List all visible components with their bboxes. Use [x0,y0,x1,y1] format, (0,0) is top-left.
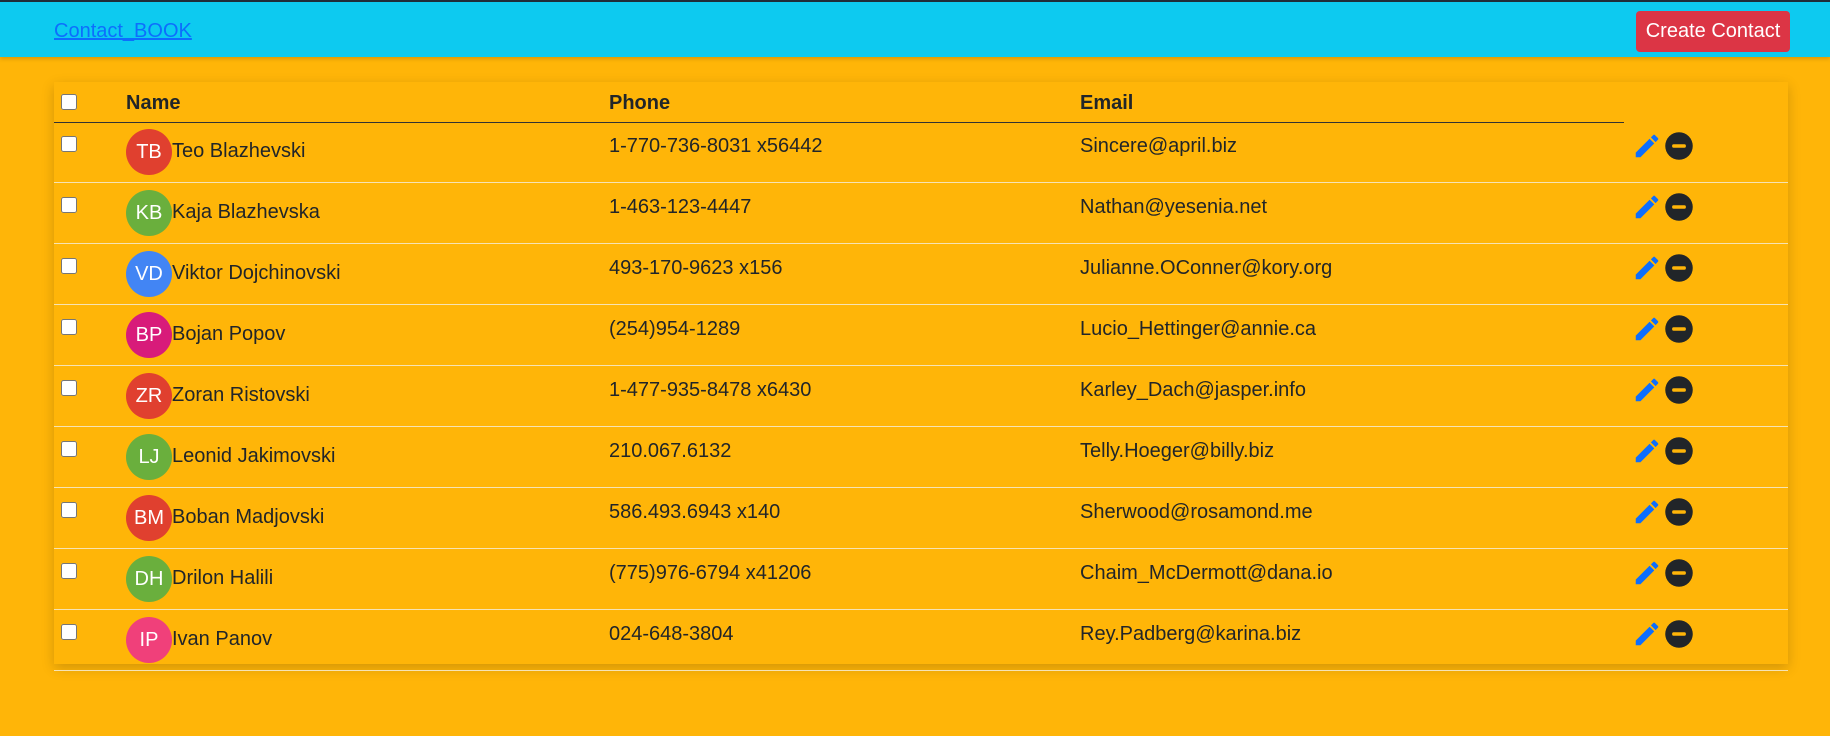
avatar: VD [126,251,172,297]
contact-phone: 1-463-123-4447 [609,196,752,218]
table-row: DH Drilon Halili (775)976-6794 x41206 Ch… [54,549,1788,610]
brand-link[interactable]: Contact_BOOK [54,20,192,43]
navbar: Contact_BOOK Create Contact [0,0,1830,57]
avatar: ZR [126,373,172,419]
pencil-icon[interactable] [1632,253,1662,283]
contact-phone: 493-170-9623 x156 [609,257,783,279]
row-checkbox[interactable] [61,441,77,457]
contact-phone: 024-648-3804 [609,623,734,645]
avatar: BM [126,495,172,541]
avatar: IP [126,617,172,663]
contact-name: Viktor Dojchinovski [172,262,341,284]
table-row: KB Kaja Blazhevska 1-463-123-4447 Nathan… [54,183,1788,244]
row-checkbox[interactable] [61,563,77,579]
contact-name: Kaja Blazhevska [172,201,320,223]
contact-name: Bojan Popov [172,323,286,345]
pencil-icon[interactable] [1632,375,1662,405]
avatar-initials: BP [135,323,163,346]
table-row: TB Teo Blazhevski 1-770-736-8031 x56442 … [54,122,1788,183]
avatar: KB [126,190,172,236]
row-checkbox[interactable] [61,502,77,518]
avatar: DH [126,556,172,602]
minus-circle-icon[interactable] [1664,192,1694,222]
avatar-initials: TB [136,140,162,163]
contact-name: Zoran Ristovski [172,384,310,406]
avatar-initials: LJ [138,445,160,468]
contact-email: Lucio_Hettinger@annie.ca [1080,318,1317,340]
pencil-icon[interactable] [1632,558,1662,588]
column-header-name: Name [126,92,181,114]
contact-email: Sincere@april.biz [1080,135,1238,157]
contact-email: Karley_Dach@jasper.info [1080,379,1306,401]
contact-phone: 1-770-736-8031 x56442 [609,135,823,157]
contact-name: Boban Madjovski [172,506,325,528]
table-row: LJ Leonid Jakimovski 210.067.6132 Telly.… [54,427,1788,488]
avatar: LJ [126,434,172,480]
pencil-icon[interactable] [1632,497,1662,527]
contact-name: Ivan Panov [172,628,273,650]
row-checkbox[interactable] [61,380,77,396]
contact-phone: (775)976-6794 x41206 [609,562,812,584]
column-header-phone: Phone [609,92,671,114]
minus-circle-icon[interactable] [1664,375,1694,405]
minus-circle-icon[interactable] [1664,436,1694,466]
contacts-table: Name Phone Email TB Teo Blazhevski 1-770… [54,82,1788,671]
contact-email: Nathan@yesenia.net [1080,196,1268,218]
minus-circle-icon[interactable] [1664,497,1694,527]
table-row: ZR Zoran Ristovski 1-477-935-8478 x6430 … [54,366,1788,427]
contact-name: Drilon Halili [172,567,274,589]
minus-circle-icon[interactable] [1664,253,1694,283]
pencil-icon[interactable] [1632,131,1662,161]
create-contact-button[interactable]: Create Contact [1636,11,1790,52]
contact-email: Julianne.OConner@kory.org [1080,257,1333,279]
avatar-initials: KB [135,201,163,224]
avatar: BP [126,312,172,358]
contact-phone: 586.493.6943 x140 [609,501,781,523]
contact-phone: (254)954-1289 [609,318,741,340]
avatar-initials: DH [134,567,164,590]
pencil-icon[interactable] [1632,192,1662,222]
table-row: VD Viktor Dojchinovski 493-170-9623 x156… [54,244,1788,305]
contact-email: Rey.Padberg@karina.biz [1080,623,1302,645]
minus-circle-icon[interactable] [1664,619,1694,649]
avatar-initials: ZR [135,384,163,407]
contact-name: Teo Blazhevski [172,140,306,162]
minus-circle-icon[interactable] [1664,131,1694,161]
row-checkbox[interactable] [61,624,77,640]
avatar: TB [126,129,172,175]
pencil-icon[interactable] [1632,436,1662,466]
pencil-icon[interactable] [1632,619,1662,649]
contact-email: Sherwood@rosamond.me [1080,501,1313,523]
table-header: Name Phone Email [54,82,1624,123]
contact-email: Telly.Hoeger@billy.biz [1080,440,1275,462]
contact-phone: 210.067.6132 [609,440,732,462]
avatar-initials: BM [134,506,164,529]
contact-email: Chaim_McDermott@dana.io [1080,562,1333,584]
row-checkbox[interactable] [61,136,77,152]
table-row: IP Ivan Panov 024-648-3804 Rey.Padberg@k… [54,610,1788,671]
minus-circle-icon[interactable] [1664,558,1694,588]
row-checkbox[interactable] [61,258,77,274]
minus-circle-icon[interactable] [1664,314,1694,344]
table-row: BM Boban Madjovski 586.493.6943 x140 She… [54,488,1788,549]
row-checkbox[interactable] [61,319,77,335]
column-header-email: Email [1080,92,1134,114]
select-all-checkbox[interactable] [61,94,77,110]
pencil-icon[interactable] [1632,314,1662,344]
avatar-initials: VD [135,262,163,285]
row-checkbox[interactable] [61,197,77,213]
contact-name: Leonid Jakimovski [172,445,336,467]
avatar-initials: IP [139,628,159,651]
contact-phone: 1-477-935-8478 x6430 [609,379,812,401]
table-row: BP Bojan Popov (254)954-1289 Lucio_Hetti… [54,305,1788,366]
